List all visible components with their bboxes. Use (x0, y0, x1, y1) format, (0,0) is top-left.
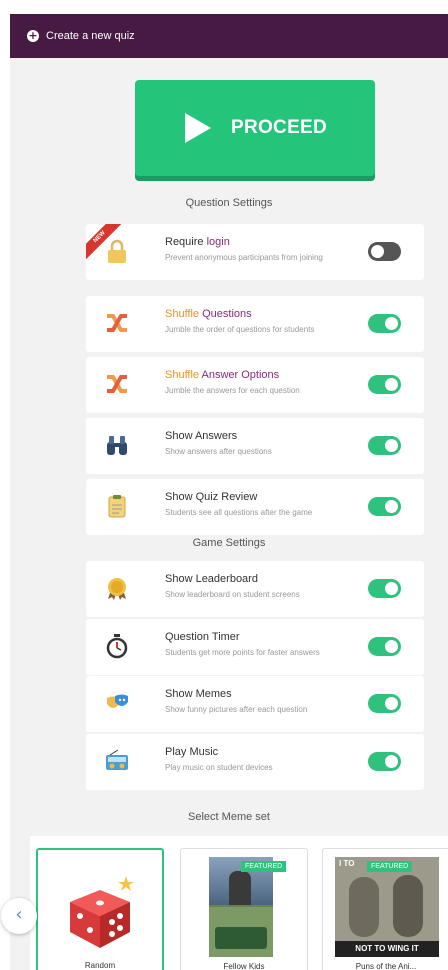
meme-set-heading: Select Meme set (188, 811, 270, 823)
game-settings-heading: Game Settings (192, 537, 266, 549)
setting-title: Question Timer (165, 631, 240, 643)
top-bar: + Create a new quiz (10, 14, 448, 58)
setting-show-leaderboard: Show Leaderboard Show leaderboard on stu… (86, 561, 424, 617)
meme-bottom-text: NOT TO WING IT (335, 941, 439, 957)
setting-description: Jumble the answers for each question (165, 386, 300, 395)
shuffle-icon (107, 375, 127, 393)
setting-description: Show leaderboard on student screens (165, 590, 300, 599)
proceed-label: PROCEED (230, 117, 328, 138)
clipboard-icon (108, 495, 126, 518)
setting-title: Require login (165, 236, 230, 248)
shuffle-icon (107, 314, 127, 332)
setting-title: Show Quiz Review (165, 491, 258, 503)
setting-shuffle-answers: Shuffle Answer Options Jumble the answer… (86, 357, 424, 413)
question-timer-toggle[interactable] (368, 637, 401, 656)
setting-description: Show funny pictures after each question (165, 705, 308, 714)
setting-require-login: NEW Require login Prevent anonymous part… (86, 224, 424, 280)
setting-question-timer: Question Timer Students get more points … (86, 619, 424, 675)
setting-description: Play music on student devices (165, 763, 273, 772)
stopwatch-icon (106, 634, 128, 659)
setting-show-memes: Show Memes Show funny pictures after eac… (86, 676, 424, 732)
setting-description: Jumble the order of questions for studen… (165, 325, 315, 334)
setting-title: Shuffle Questions (165, 308, 252, 320)
setting-description: Prevent anonymous participants from join… (165, 253, 323, 262)
setting-title: Show Answers (165, 430, 238, 442)
meme-caption: Puns of the Ani... (355, 962, 417, 970)
require-login-toggle[interactable] (368, 242, 401, 261)
question-settings-heading: Question Settings (185, 197, 273, 209)
shuffle-questions-toggle[interactable] (368, 314, 401, 333)
featured-badge: FEATURED (241, 861, 287, 872)
setting-description: Students get more points for faster answ… (165, 648, 320, 657)
meme-thumbnail: NOT TO WING IT I TO (335, 857, 439, 957)
create-quiz-link[interactable]: Create a new quiz (46, 30, 135, 42)
setting-title: Play Music (165, 746, 219, 758)
show-memes-toggle[interactable] (368, 694, 401, 713)
setting-title: Shuffle Answer Options (165, 369, 280, 381)
meme-caption: Random (84, 961, 116, 970)
meme-top-text: I TO (339, 859, 355, 868)
setting-title: Show Leaderboard (165, 573, 258, 585)
radio-icon (106, 749, 128, 770)
binoculars-icon (107, 436, 127, 455)
setting-show-quiz-review: Show Quiz Review Students see all questi… (86, 479, 424, 535)
meme-set-strip: Random FEATURED Fellow Kids NOT TO WING … (30, 836, 448, 970)
chevron-left-icon[interactable]: ‹ (1, 898, 37, 934)
dice-icon (70, 876, 134, 948)
setting-play-music: Play Music Play music on student devices (86, 734, 424, 790)
play-icon (184, 113, 211, 143)
setting-show-answers: Show Answers Show answers after question… (86, 418, 424, 474)
show-answers-toggle[interactable] (368, 436, 401, 455)
setting-description: Students see all questions after the gam… (165, 508, 313, 517)
plus-circle-icon[interactable]: + (27, 30, 39, 42)
featured-badge: FEATURED (367, 861, 413, 872)
setting-title: Show Memes (165, 688, 232, 700)
play-music-toggle[interactable] (368, 752, 401, 771)
shuffle-answers-toggle[interactable] (368, 375, 401, 394)
proceed-button[interactable]: PROCEED (135, 80, 375, 176)
meme-caption: Fellow Kids (223, 962, 265, 970)
setting-description: Show answers after questions (165, 447, 272, 456)
app-frame: + Create a new quiz PROCEED Question Set… (10, 14, 448, 970)
lock-icon (108, 239, 126, 263)
setting-shuffle-questions: Shuffle Questions Jumble the order of qu… (86, 296, 424, 352)
meme-thumbnail (209, 857, 273, 957)
show-quiz-review-toggle[interactable] (368, 497, 401, 516)
meme-card-puns[interactable]: NOT TO WING IT I TO FEATURED Puns of the… (322, 848, 448, 970)
meme-card-random[interactable]: Random (36, 848, 164, 970)
theater-masks-icon (107, 694, 128, 708)
show-leaderboard-toggle[interactable] (368, 579, 401, 598)
medal-icon (108, 578, 126, 600)
meme-card-fellow-kids[interactable]: FEATURED Fellow Kids (180, 848, 308, 970)
